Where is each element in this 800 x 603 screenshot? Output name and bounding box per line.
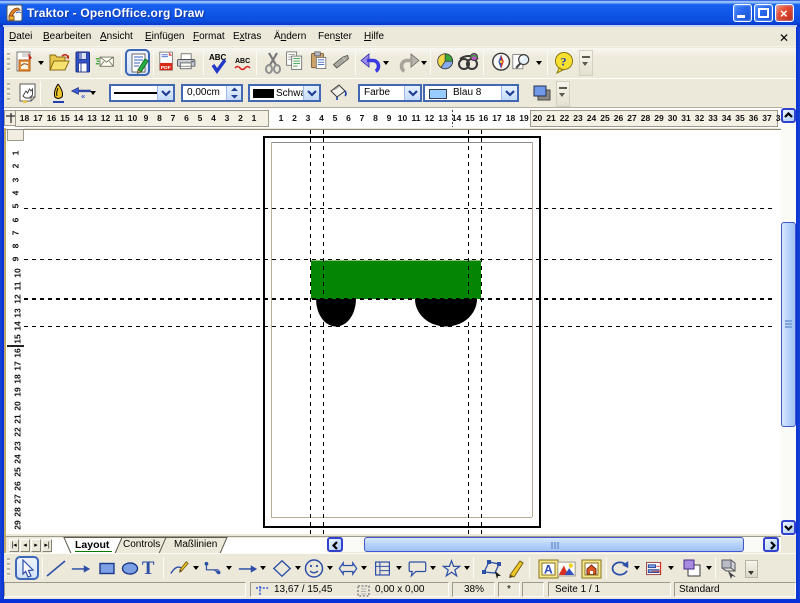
svg-text:T: T [142, 558, 155, 578]
svg-text:PDF: PDF [161, 65, 171, 71]
svg-text:?: ? [561, 55, 567, 69]
svg-text:A: A [544, 563, 553, 577]
svg-text:«: « [81, 92, 85, 101]
svg-text:ABC: ABC [235, 58, 250, 65]
